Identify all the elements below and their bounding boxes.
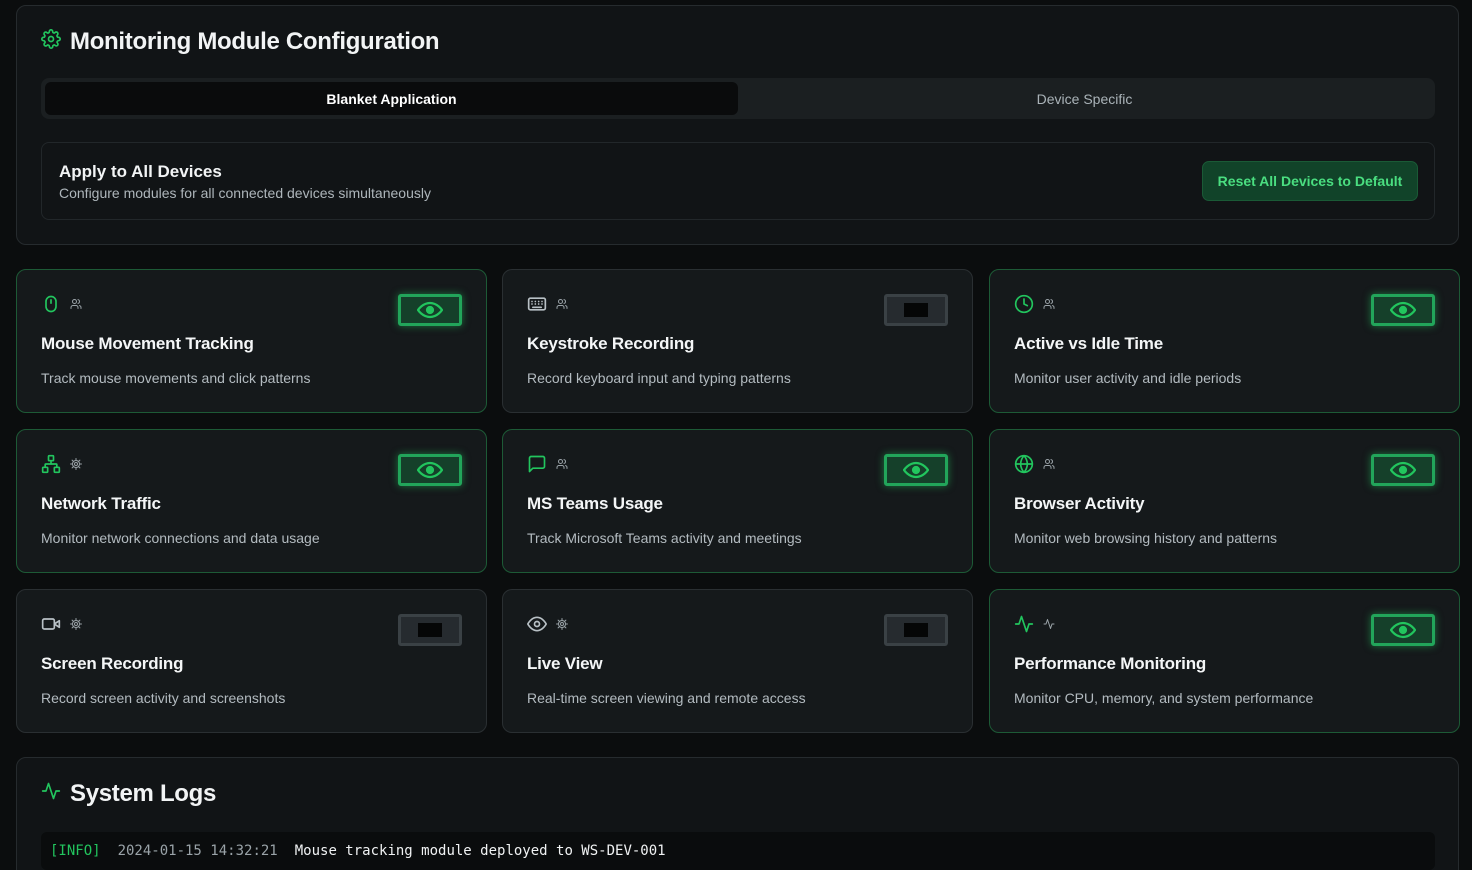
users-icon	[556, 458, 568, 470]
module-card: Performance Monitoring Monitor CPU, memo…	[989, 589, 1460, 733]
users-icon	[1043, 458, 1055, 470]
application-mode-tabs: Blanket Application Device Specific	[41, 78, 1435, 119]
module-toggle[interactable]	[398, 454, 462, 486]
chat-icon	[527, 454, 547, 474]
log-entry: [INFO] 2024-01-15 14:32:21 Mouse trackin…	[41, 832, 1435, 870]
toggle-knob	[904, 623, 928, 637]
module-description: Monitor network connections and data usa…	[41, 530, 320, 546]
log-message: Mouse tracking module deployed to WS-DEV…	[294, 843, 666, 859]
network-icon	[41, 454, 61, 474]
toggle-knob	[904, 303, 928, 317]
module-title: Keystroke Recording	[527, 334, 695, 353]
activity-icon	[1014, 614, 1034, 634]
module-title: Screen Recording	[41, 654, 184, 673]
tab-device-specific[interactable]: Device Specific	[738, 82, 1431, 115]
eye-icon	[903, 461, 929, 479]
module-description: Real-time screen viewing and remote acce…	[527, 690, 806, 706]
module-title: Network Traffic	[41, 494, 161, 513]
clock-icon	[1014, 294, 1034, 314]
config-panel-header: Monitoring Module Configuration	[41, 28, 440, 56]
eye-icon	[417, 461, 443, 479]
video-icon	[41, 614, 61, 634]
module-title: Active vs Idle Time	[1014, 334, 1163, 353]
module-description: Track mouse movements and click patterns	[41, 370, 311, 386]
module-card: Mouse Movement Tracking Track mouse move…	[16, 269, 487, 413]
module-toggle[interactable]	[1371, 614, 1435, 646]
module-icons	[527, 454, 568, 474]
eye-icon	[1390, 461, 1416, 479]
page-title: Monitoring Module Configuration	[70, 28, 440, 55]
mouse-icon	[41, 294, 61, 314]
module-icons	[527, 294, 568, 314]
tab-blanket-application[interactable]: Blanket Application	[45, 82, 738, 115]
system-logs-panel: System Logs [INFO] 2024-01-15 14:32:21 M…	[16, 757, 1459, 870]
module-card: Network Traffic Monitor network connecti…	[16, 429, 487, 573]
logs-panel-header: System Logs	[41, 780, 216, 808]
users-icon	[556, 298, 568, 310]
users-icon	[70, 298, 82, 310]
module-description: Monitor web browsing history and pattern…	[1014, 530, 1278, 546]
module-description: Monitor CPU, memory, and system performa…	[1014, 690, 1314, 706]
keyboard-icon	[527, 294, 547, 314]
module-title: Mouse Movement Tracking	[41, 334, 254, 353]
module-icons	[1014, 294, 1055, 314]
module-card: Active vs Idle Time Monitor user activit…	[989, 269, 1460, 413]
eye-icon	[1390, 301, 1416, 319]
module-description: Track Microsoft Teams activity and meeti…	[527, 530, 802, 546]
module-title: MS Teams Usage	[527, 494, 663, 513]
module-toggle[interactable]	[884, 614, 948, 646]
module-description: Record screen activity and screenshots	[41, 690, 286, 706]
apply-all-description: Configure modules for all connected devi…	[59, 185, 431, 201]
module-icons	[41, 614, 82, 634]
eye-icon	[1390, 621, 1416, 639]
log-level: [INFO]	[50, 843, 101, 859]
activity-icon	[41, 780, 61, 808]
activity-icon	[1043, 618, 1055, 630]
module-card: Browser Activity Monitor web browsing hi…	[989, 429, 1460, 573]
gear-icon	[70, 458, 82, 470]
eye-icon	[417, 301, 443, 319]
module-card: MS Teams Usage Track Microsoft Teams act…	[502, 429, 973, 573]
module-toggle[interactable]	[1371, 294, 1435, 326]
reset-all-devices-button[interactable]: Reset All Devices to Default	[1202, 161, 1418, 201]
globe-icon	[1014, 454, 1034, 474]
module-card: Screen Recording Record screen activity …	[16, 589, 487, 733]
toggle-knob	[418, 623, 442, 637]
gear-icon	[556, 618, 568, 630]
log-timestamp: 2024-01-15 14:32:21	[117, 843, 278, 859]
gear-icon	[70, 618, 82, 630]
module-config-panel: Monitoring Module Configuration Blanket …	[16, 5, 1459, 245]
gear-icon	[41, 28, 61, 56]
module-toggle[interactable]	[398, 294, 462, 326]
logs-title: System Logs	[70, 780, 217, 807]
module-icons	[1014, 614, 1055, 634]
users-icon	[1043, 298, 1055, 310]
module-title: Live View	[527, 654, 603, 673]
module-title: Browser Activity	[1014, 494, 1145, 513]
module-toggle[interactable]	[884, 454, 948, 486]
module-icons	[41, 294, 82, 314]
module-icons	[1014, 454, 1055, 474]
module-title: Performance Monitoring	[1014, 654, 1207, 673]
module-description: Monitor user activity and idle periods	[1014, 370, 1242, 386]
module-toggle[interactable]	[884, 294, 948, 326]
module-toggle[interactable]	[398, 614, 462, 646]
module-card: Live View Real-time screen viewing and r…	[502, 589, 973, 733]
module-icons	[527, 614, 568, 634]
apply-all-title: Apply to All Devices	[59, 162, 222, 181]
eye-icon	[527, 614, 547, 634]
module-toggle[interactable]	[1371, 454, 1435, 486]
module-card: Keystroke Recording Record keyboard inpu…	[502, 269, 973, 413]
module-icons	[41, 454, 82, 474]
module-description: Record keyboard input and typing pattern…	[527, 370, 791, 386]
apply-all-devices-box: Apply to All Devices Configure modules f…	[41, 142, 1435, 220]
